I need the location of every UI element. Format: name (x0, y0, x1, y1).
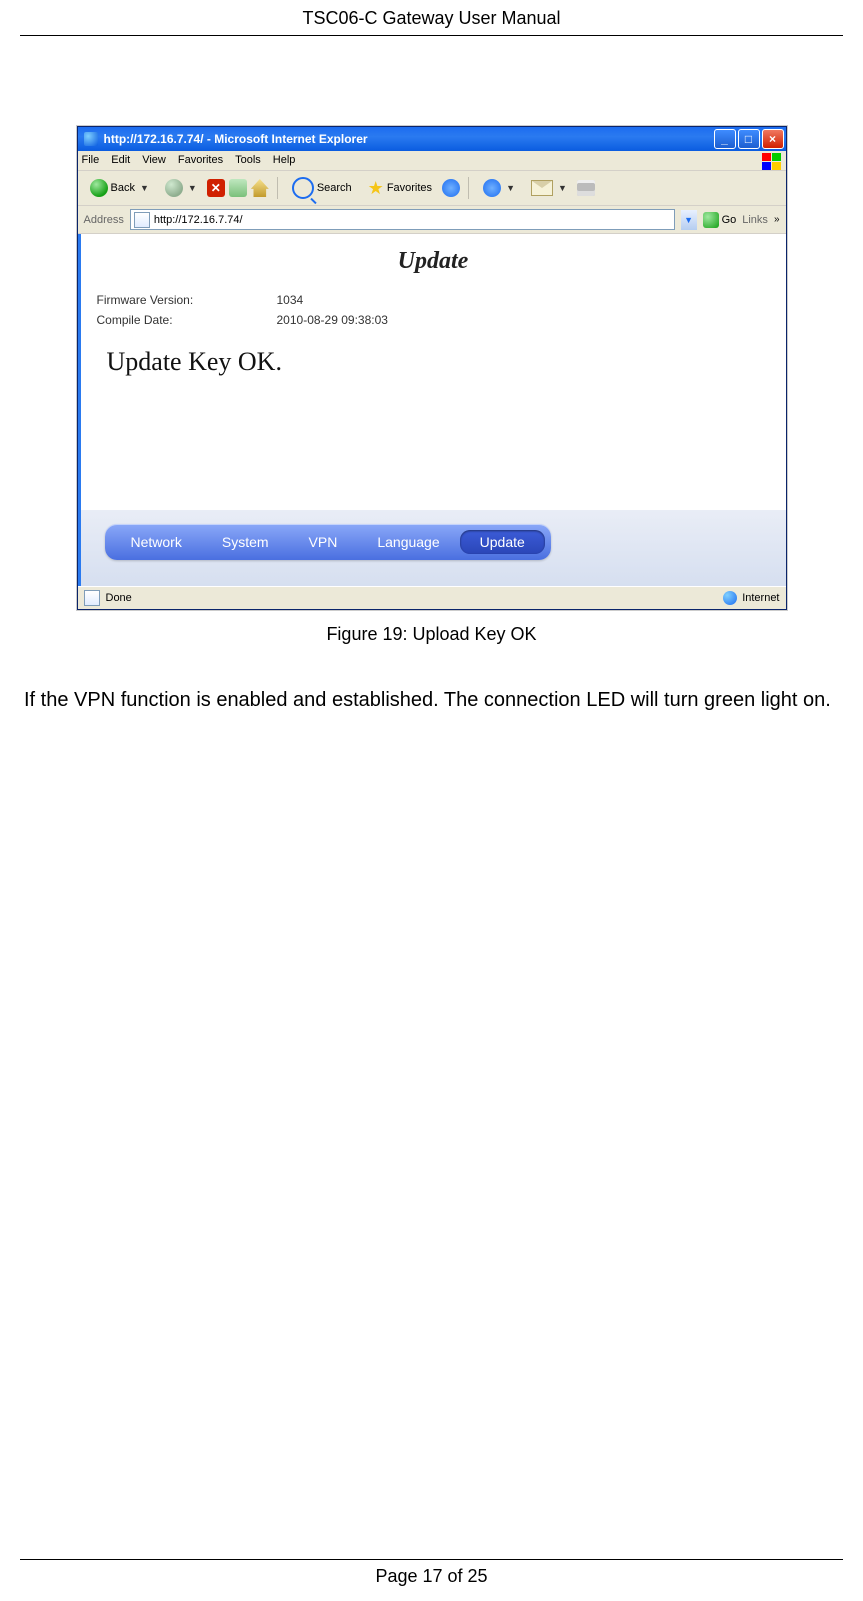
ie-icon (84, 132, 98, 146)
star-icon: ★ (368, 179, 384, 197)
back-button[interactable]: Back ▼ (84, 177, 155, 199)
history-icon (483, 179, 501, 197)
status-bar: Done Internet (78, 586, 786, 609)
bottom-panel: Network System VPN Language Update (78, 510, 786, 586)
menubar: File Edit View Favorites Tools Help (78, 151, 786, 171)
favorites-button[interactable]: ★ Favorites (362, 177, 438, 199)
search-label: Search (317, 182, 352, 194)
refresh-button[interactable] (229, 179, 247, 197)
firmware-value: 1034 (277, 293, 304, 307)
stop-button[interactable]: ✕ (207, 179, 225, 197)
firmware-label: Firmware Version: (97, 293, 277, 307)
search-button[interactable]: Search (286, 175, 358, 201)
home-button[interactable] (251, 179, 269, 197)
menu-file[interactable]: File (82, 154, 100, 166)
back-label: Back (111, 182, 135, 194)
tab-update[interactable]: Update (460, 530, 545, 554)
doc-header: TSC06-C Gateway User Manual (20, 0, 843, 36)
update-key-message: Update Key OK. (107, 347, 770, 377)
print-button[interactable] (577, 180, 595, 196)
separator (277, 177, 278, 199)
chevron-down-icon: ▼ (558, 183, 567, 193)
zone-text: Internet (742, 592, 779, 604)
search-icon (292, 177, 314, 199)
separator (468, 177, 469, 199)
page-heading: Update (97, 248, 770, 275)
back-icon (90, 179, 108, 197)
page-icon (134, 212, 150, 228)
go-label: Go (722, 214, 737, 226)
body-paragraph: If the VPN function is enabled and estab… (24, 681, 839, 719)
mail-button[interactable]: ▼ (525, 178, 573, 198)
maximize-button[interactable]: □ (738, 129, 760, 149)
titlebar: http://172.16.7.74/ - Microsoft Internet… (78, 127, 786, 151)
browser-window: http://172.16.7.74/ - Microsoft Internet… (77, 126, 787, 610)
go-icon (703, 212, 719, 228)
tab-vpn[interactable]: VPN (289, 530, 358, 554)
address-bar: Address http://172.16.7.74/ ▼ Go Links » (78, 206, 786, 234)
chevron-down-icon: ▼ (188, 183, 197, 193)
compile-date-value: 2010-08-29 09:38:03 (277, 313, 388, 327)
address-input[interactable]: http://172.16.7.74/ (130, 209, 675, 230)
figure-screenshot: http://172.16.7.74/ - Microsoft Internet… (77, 126, 787, 645)
close-button[interactable]: × (762, 129, 784, 149)
menu-view[interactable]: View (142, 154, 166, 166)
compile-date-label: Compile Date: (97, 313, 277, 327)
history-button[interactable]: ▼ (477, 177, 521, 199)
mail-icon (531, 180, 553, 196)
address-dropdown[interactable]: ▼ (681, 210, 697, 230)
status-text: Done (106, 592, 132, 604)
minimize-button[interactable]: _ (714, 129, 736, 149)
forward-icon (165, 179, 183, 197)
chevron-down-icon: ▼ (506, 183, 515, 193)
menu-edit[interactable]: Edit (111, 154, 130, 166)
chevron-right-icon[interactable]: » (774, 214, 780, 225)
menu-help[interactable]: Help (273, 154, 296, 166)
links-label[interactable]: Links (742, 214, 768, 226)
media-button[interactable] (442, 179, 460, 197)
tab-language[interactable]: Language (357, 530, 459, 554)
page-icon (84, 590, 100, 606)
url-text: http://172.16.7.74/ (154, 214, 243, 226)
doc-footer: Page 17 of 25 (20, 1559, 843, 1587)
window-title: http://172.16.7.74/ - Microsoft Internet… (104, 132, 714, 146)
forward-button[interactable]: ▼ (159, 177, 203, 199)
tab-bar: Network System VPN Language Update (105, 524, 551, 560)
chevron-down-icon: ▼ (140, 183, 149, 193)
menu-favorites[interactable]: Favorites (178, 154, 223, 166)
address-label: Address (84, 214, 124, 226)
menu-tools[interactable]: Tools (235, 154, 261, 166)
toolbar: Back ▼ ▼ ✕ Search ★ Favorites (78, 171, 786, 206)
page-content: Update Firmware Version: 1034 Compile Da… (78, 234, 786, 510)
favorites-label: Favorites (387, 182, 432, 194)
go-button[interactable]: Go (703, 212, 737, 228)
tab-system[interactable]: System (202, 530, 289, 554)
tab-network[interactable]: Network (111, 530, 202, 554)
figure-caption: Figure 19: Upload Key OK (77, 624, 787, 645)
internet-zone-icon (723, 591, 737, 605)
windows-logo-icon (762, 153, 782, 171)
